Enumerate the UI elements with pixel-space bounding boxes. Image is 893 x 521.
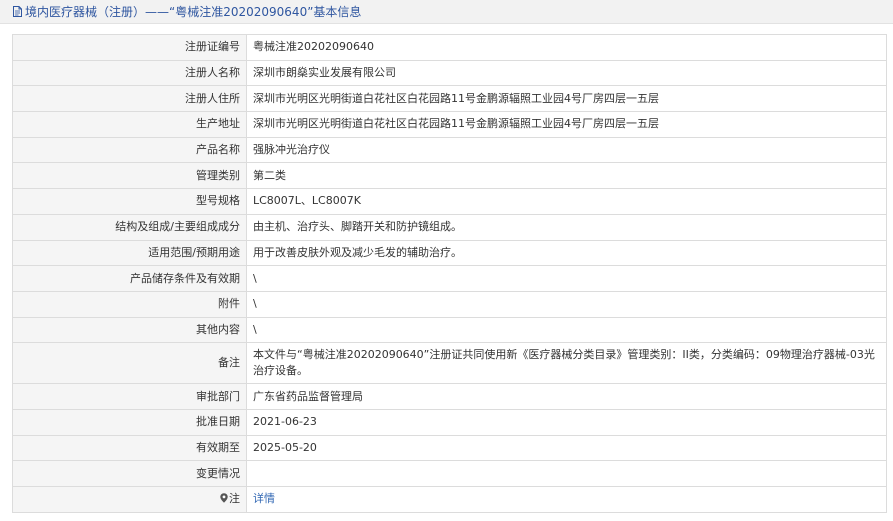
row-label: 注册人名称: [12, 59, 247, 87]
note-value: 详情: [246, 486, 887, 513]
row-value: LC8007L、LC8007K: [246, 188, 887, 215]
row-label: 适用范围/预期用途: [12, 239, 247, 267]
row-value: 广东省药品监督管理局: [246, 383, 887, 410]
note-label: 注: [12, 486, 247, 513]
row-label: 产品名称: [12, 136, 247, 164]
row-value: 第二类: [246, 162, 887, 190]
details-link[interactable]: 详情: [253, 492, 275, 505]
row-value: 强脉冲光治疗仪: [246, 136, 887, 164]
row-value: 2025-05-20: [246, 434, 887, 462]
row-value: \: [246, 290, 887, 318]
location-pin-icon: [220, 493, 228, 504]
row-value: 用于改善皮肤外观及减少毛发的辅助治疗。: [246, 239, 887, 267]
row-label: 注册人住所: [12, 85, 247, 113]
row-label: 审批部门: [12, 383, 247, 410]
table-row: 管理类别 第二类: [12, 162, 887, 190]
row-value: \: [246, 265, 887, 292]
row-label: 产品储存条件及有效期: [12, 265, 247, 292]
table-row: 有效期至 2025-05-20: [12, 434, 887, 462]
info-table: 注册证编号 粤械注准20202090640 注册人名称 深圳市朗燊实业发展有限公…: [12, 34, 887, 513]
note-label-text: 注: [229, 492, 240, 506]
table-row: 备注 本文件与“粤械注准20202090640”注册证共同使用新《医疗器械分类目…: [12, 342, 887, 385]
table-row: 附件 \: [12, 290, 887, 318]
row-label: 型号规格: [12, 188, 247, 215]
table-row: 结构及组成/主要组成成分 由主机、治疗头、脚踏开关和防护镜组成。: [12, 213, 887, 241]
document-icon: [13, 6, 22, 17]
table-row: 注册证编号 粤械注准20202090640: [12, 34, 887, 61]
row-value: [246, 460, 887, 487]
row-label: 变更情况: [12, 460, 247, 487]
table-row: 其他内容 \: [12, 316, 887, 344]
row-value: 粤械注准20202090640: [246, 34, 887, 61]
table-row: 批准日期 2021-06-23: [12, 408, 887, 436]
row-label: 其他内容: [12, 316, 247, 344]
row-label: 管理类别: [12, 162, 247, 190]
table-row: 适用范围/预期用途 用于改善皮肤外观及减少毛发的辅助治疗。: [12, 239, 887, 267]
table-row: 变更情况: [12, 460, 887, 487]
row-value: 深圳市光明区光明街道白花社区白花园路11号金鹏源辐照工业园4号厂房四层一五层: [246, 111, 887, 138]
row-label: 结构及组成/主要组成成分: [12, 213, 247, 241]
row-label: 备注: [12, 342, 247, 385]
table-row: 注册人名称 深圳市朗燊实业发展有限公司: [12, 59, 887, 87]
table-row: 审批部门 广东省药品监督管理局: [12, 383, 887, 410]
row-label: 附件: [12, 290, 247, 318]
row-value: \: [246, 316, 887, 344]
table-row: 型号规格 LC8007L、LC8007K: [12, 188, 887, 215]
table-row: 生产地址 深圳市光明区光明街道白花社区白花园路11号金鹏源辐照工业园4号厂房四层…: [12, 111, 887, 138]
table-row: 产品储存条件及有效期 \: [12, 265, 887, 292]
row-value: 2021-06-23: [246, 408, 887, 436]
page-header: 境内医疗器械（注册）——“粤械注准20202090640”基本信息: [0, 0, 893, 24]
row-label: 注册证编号: [12, 34, 247, 61]
row-value: 深圳市朗燊实业发展有限公司: [246, 59, 887, 87]
row-value: 由主机、治疗头、脚踏开关和防护镜组成。: [246, 213, 887, 241]
note-row: 注 详情: [12, 486, 887, 513]
table-row: 产品名称 强脉冲光治疗仪: [12, 136, 887, 164]
row-label: 批准日期: [12, 408, 247, 436]
row-label: 有效期至: [12, 434, 247, 462]
table-row: 注册人住所 深圳市光明区光明街道白花社区白花园路11号金鹏源辐照工业园4号厂房四…: [12, 85, 887, 113]
row-label: 生产地址: [12, 111, 247, 138]
row-value: 深圳市光明区光明街道白花社区白花园路11号金鹏源辐照工业园4号厂房四层一五层: [246, 85, 887, 113]
page-title: 境内医疗器械（注册）——“粤械注准20202090640”基本信息: [25, 5, 362, 19]
row-value: 本文件与“粤械注准20202090640”注册证共同使用新《医疗器械分类目录》管…: [246, 342, 887, 385]
